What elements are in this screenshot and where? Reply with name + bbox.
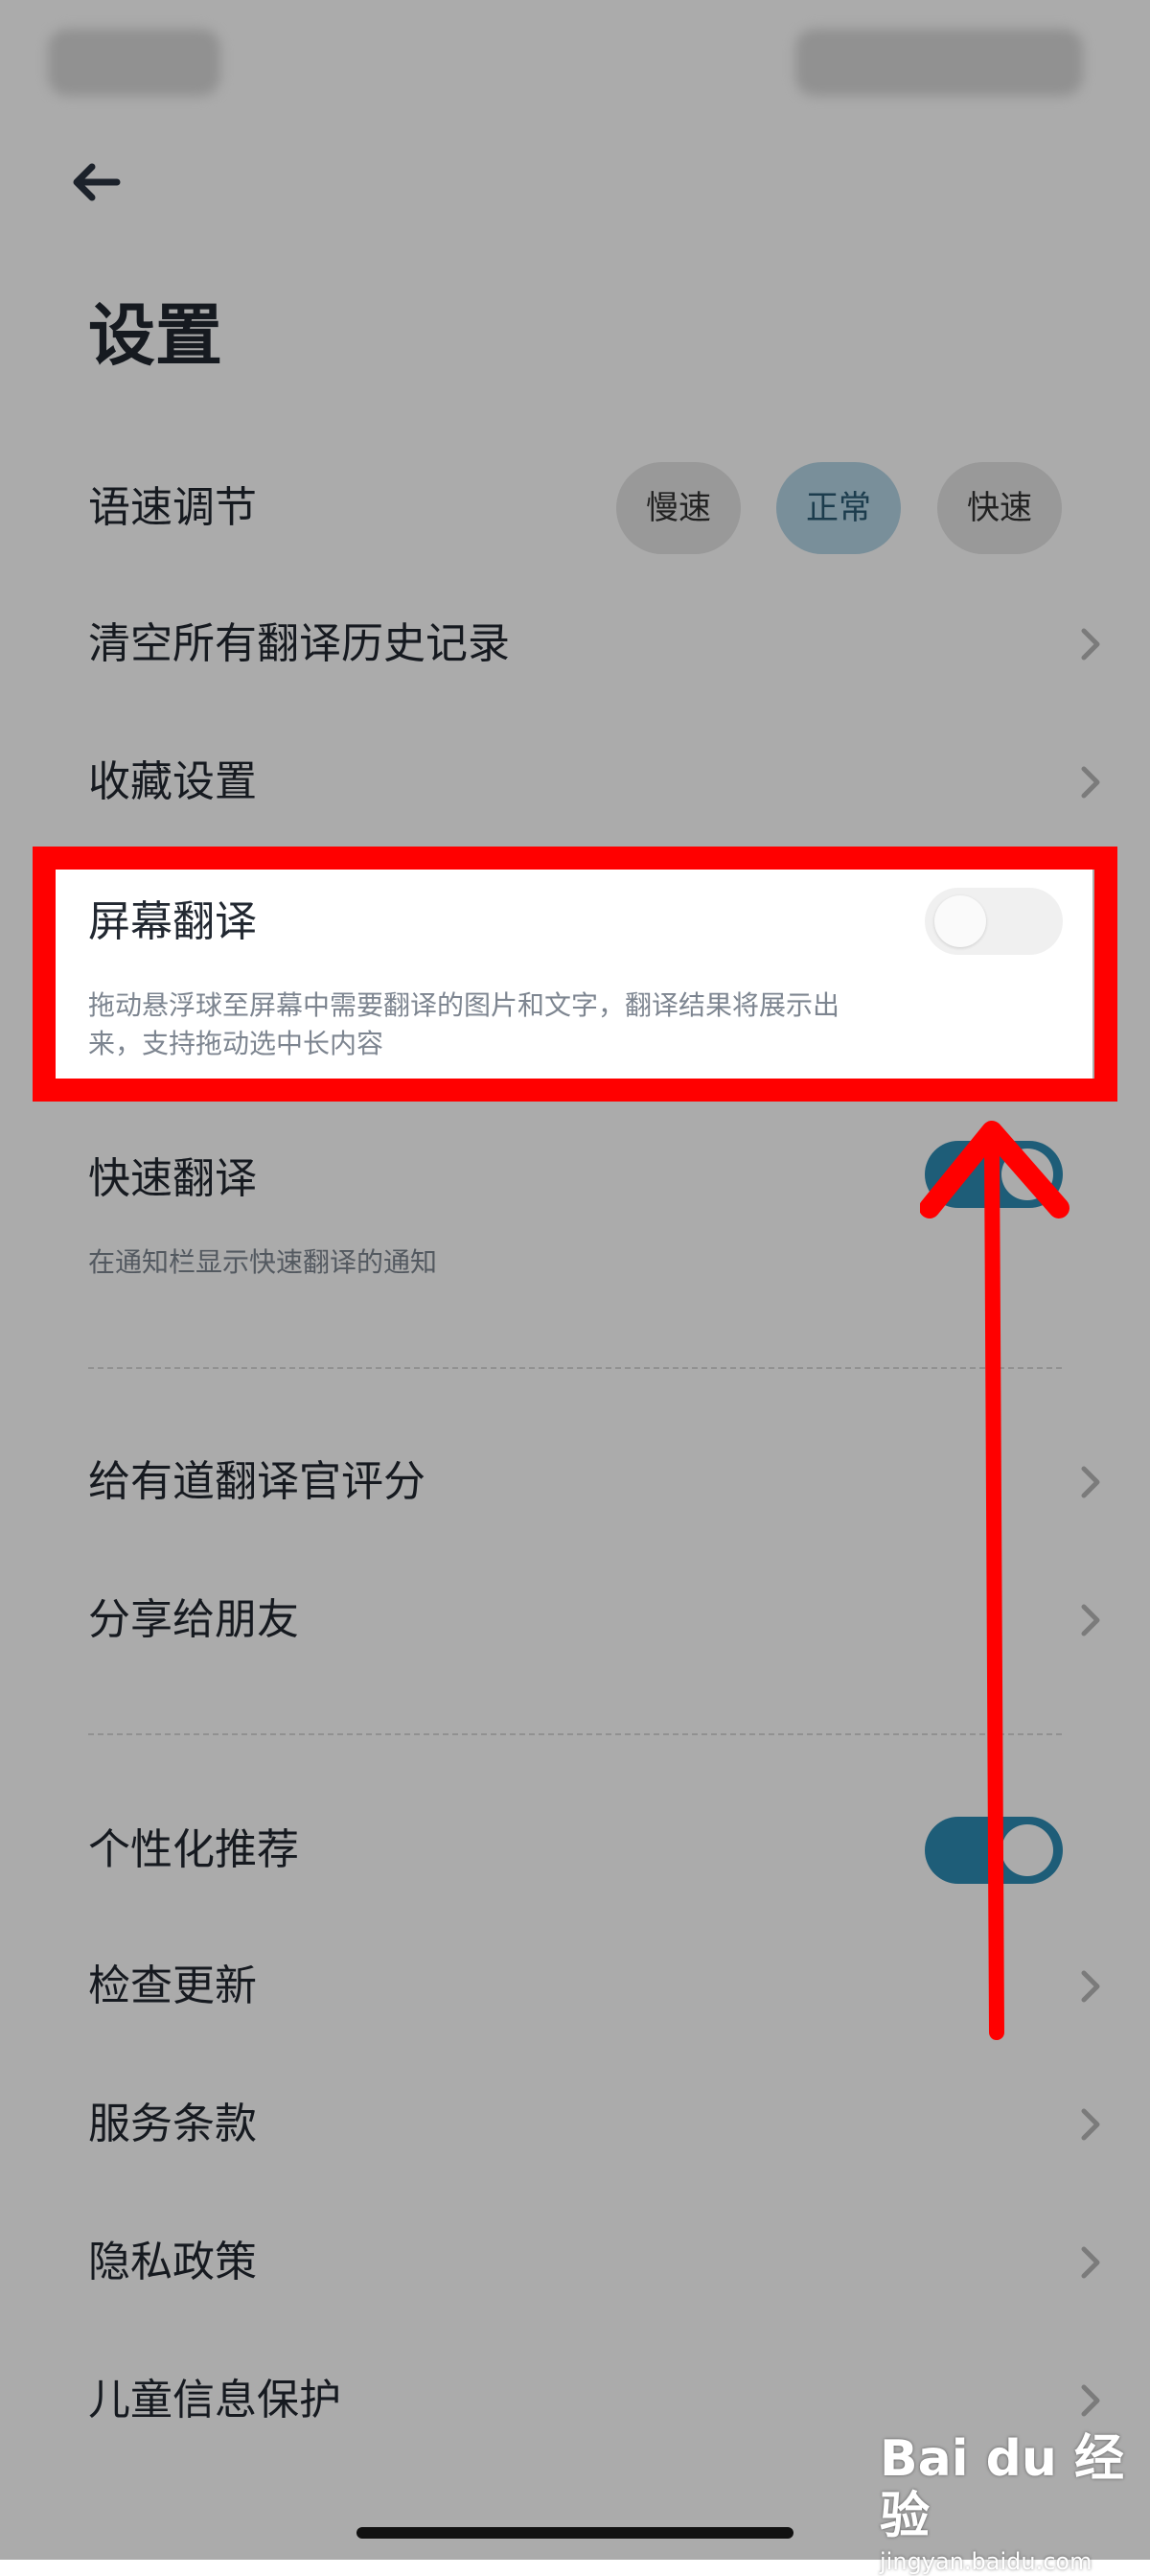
section-divider: [88, 1733, 1062, 1735]
personalized-recommendation-label: 个性化推荐: [88, 1825, 299, 1874]
back-arrow-icon: [73, 163, 121, 201]
favorites-settings-label: 收藏设置: [88, 757, 257, 806]
baidu-jingyan-watermark: Bai du 经验 jingyan.baidu.com: [880, 2430, 1150, 2576]
status-bar-left-blur: [48, 29, 220, 96]
speech-rate-label: 语速调节: [88, 483, 257, 532]
quick-translate-label: 快速翻译: [88, 1154, 257, 1203]
section-divider: [88, 1367, 1062, 1369]
child-privacy-label: 儿童信息保护: [88, 2376, 341, 2425]
chevron-right-icon: [1081, 2384, 1100, 2417]
page-title: 设置: [88, 296, 222, 375]
back-button[interactable]: [67, 153, 125, 211]
privacy-label: 隐私政策: [88, 2238, 257, 2286]
speech-rate-slow-button[interactable]: 慢速: [616, 462, 741, 554]
chevron-right-icon: [1081, 766, 1100, 799]
speech-rate-fast-button[interactable]: 快速: [937, 462, 1062, 554]
share-label: 分享给朋友: [88, 1595, 299, 1644]
home-indicator[interactable]: [356, 2527, 794, 2539]
rate-app-label: 给有道翻译官评分: [88, 1457, 426, 1506]
speech-rate-normal-button[interactable]: 正常: [776, 462, 901, 554]
quick-translate-description: 在通知栏显示快速翻译的通知: [88, 1246, 438, 1278]
chevron-right-icon: [1081, 1466, 1100, 1498]
chevron-right-icon: [1081, 1604, 1100, 1636]
watermark-url: jingyan.baidu.com: [880, 2548, 1092, 2575]
annotation-highlight-frame: [33, 847, 1117, 1102]
check-update-label: 检查更新: [88, 1961, 257, 2010]
status-bar-right-blur: [795, 29, 1083, 96]
watermark-logo: Bai du 经验: [880, 2430, 1124, 2545]
chevron-right-icon: [1081, 2108, 1100, 2141]
annotation-arrow-up-icon: [920, 1121, 1070, 2040]
clear-history-label: 清空所有翻译历史记录: [88, 619, 510, 668]
chevron-right-icon: [1081, 1970, 1100, 2003]
terms-label: 服务条款: [88, 2100, 257, 2148]
chevron-right-icon: [1081, 628, 1100, 661]
chevron-right-icon: [1081, 2246, 1100, 2279]
